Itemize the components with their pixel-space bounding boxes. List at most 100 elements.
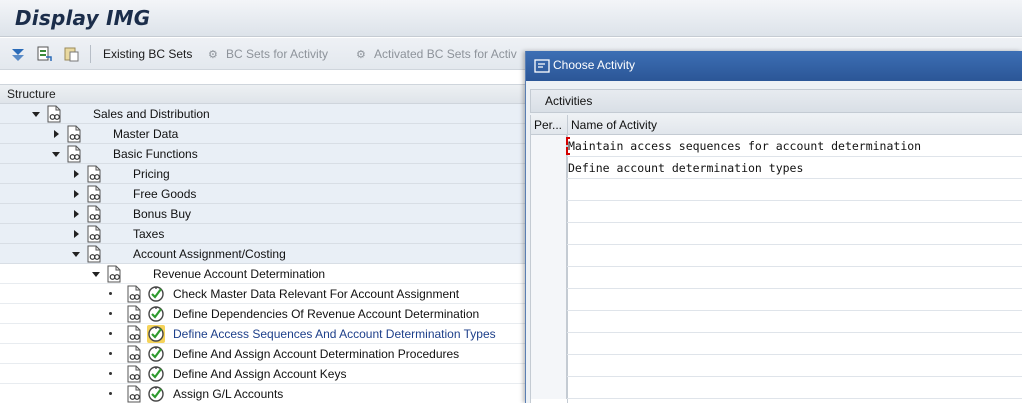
tree-node[interactable]: Bonus Buy	[0, 204, 526, 224]
documentation-icon[interactable]	[105, 265, 123, 283]
documentation-icon[interactable]	[45, 105, 63, 123]
documentation-icon[interactable]	[85, 225, 103, 243]
documentation-icon[interactable]	[125, 305, 143, 323]
row-selector-cell[interactable]	[531, 157, 567, 179]
table-row	[531, 311, 1022, 333]
tree-node[interactable]: Revenue Account Determination	[0, 264, 526, 284]
documentation-icon[interactable]	[125, 385, 143, 403]
column-header-name-of-activity[interactable]: Name of Activity	[568, 115, 1022, 135]
toolbar-separator	[90, 45, 91, 63]
execute-activity-icon[interactable]	[147, 305, 165, 323]
collapse-arrow-icon[interactable]	[52, 149, 62, 159]
activated-bc-sets-button[interactable]: ⚙ Activated BC Sets for Activ	[356, 47, 517, 61]
row-selector-cell[interactable]	[531, 201, 567, 223]
documentation-icon[interactable]	[85, 165, 103, 183]
execute-activity-icon[interactable]	[147, 285, 165, 303]
focus-marker	[566, 137, 570, 145]
bullet-icon	[109, 392, 112, 395]
documentation-icon[interactable]	[65, 125, 83, 143]
expand-arrow-icon[interactable]	[72, 189, 82, 199]
expand-arrow-icon[interactable]	[72, 169, 82, 179]
row-selector-cell[interactable]	[531, 311, 567, 333]
collapse-arrow-icon[interactable]	[92, 269, 102, 279]
row-selector-cell[interactable]	[531, 179, 567, 201]
dialog-title: Choose Activity	[553, 58, 636, 72]
tree-node[interactable]: Account Assignment/Costing	[0, 244, 526, 264]
documentation-icon[interactable]	[125, 365, 143, 383]
existing-bc-sets-button[interactable]: Existing BC Sets	[103, 47, 192, 61]
tree-node-label[interactable]: Taxes	[133, 227, 164, 241]
collapse-arrow-icon[interactable]	[72, 249, 82, 259]
tree-node[interactable]: Sales and Distribution	[0, 104, 526, 124]
tree-node-label[interactable]: Check Master Data Relevant For Account A…	[173, 287, 459, 301]
collapse-arrow-icon[interactable]	[32, 109, 42, 119]
table-row	[531, 245, 1022, 267]
execute-activity-icon[interactable]	[147, 385, 165, 403]
tree-node[interactable]: Define Dependencies Of Revenue Account D…	[0, 304, 526, 324]
documentation-icon[interactable]	[85, 205, 103, 223]
expand-arrow-icon[interactable]	[72, 229, 82, 239]
column-header-per[interactable]: Per...	[531, 115, 568, 135]
table-row	[531, 223, 1022, 245]
tree-node[interactable]: Define Access Sequences And Account Dete…	[0, 324, 526, 344]
execute-activity-icon[interactable]	[147, 325, 165, 343]
documentation-icon[interactable]	[125, 345, 143, 363]
tree-node-label[interactable]: Revenue Account Determination	[153, 267, 325, 281]
row-selector-cell[interactable]	[531, 355, 567, 377]
activity-name-cell[interactable]: Define account determination types	[568, 161, 803, 175]
bullet-icon	[109, 312, 112, 315]
tree-node-label[interactable]: Pricing	[133, 167, 170, 181]
tree-node[interactable]: Check Master Data Relevant For Account A…	[0, 284, 526, 304]
tree-node-label[interactable]: Define Access Sequences And Account Dete…	[173, 327, 496, 341]
tree-node[interactable]: Master Data	[0, 124, 526, 144]
tree-node-label[interactable]: Assign G/L Accounts	[173, 387, 283, 401]
tab-activities[interactable]: Activities	[530, 89, 1022, 113]
row-selector-cell[interactable]	[531, 135, 567, 157]
tree-node-label[interactable]: Master Data	[113, 127, 178, 141]
row-selector-cell[interactable]	[531, 223, 567, 245]
tree-node[interactable]: Pricing	[0, 164, 526, 184]
execute-activity-icon[interactable]	[147, 345, 165, 363]
tree-node-label[interactable]: Bonus Buy	[133, 207, 191, 221]
tree-node[interactable]: Basic Functions	[0, 144, 526, 164]
tree-node[interactable]: Free Goods	[0, 184, 526, 204]
execute-activity-icon[interactable]	[147, 365, 165, 383]
row-selector-cell[interactable]	[531, 289, 567, 311]
tree-node-label[interactable]: Basic Functions	[113, 147, 198, 161]
table-row	[531, 267, 1022, 289]
documentation-icon[interactable]	[65, 145, 83, 163]
tree-node[interactable]: Assign G/L Accounts	[0, 384, 526, 403]
tree-node-label[interactable]: Sales and Distribution	[93, 107, 210, 121]
tree-node-label[interactable]: Free Goods	[133, 187, 196, 201]
documentation-icon[interactable]	[125, 325, 143, 343]
where-used-icon[interactable]	[35, 45, 53, 63]
tree-node[interactable]: Define And Assign Account Keys	[0, 364, 526, 384]
tree-node[interactable]: Define And Assign Account Determination …	[0, 344, 526, 364]
row-selector-cell[interactable]	[531, 333, 567, 355]
row-selector-cell[interactable]	[531, 245, 567, 267]
activities-tab-label: Activities	[545, 94, 593, 108]
documentation-icon[interactable]	[85, 245, 103, 263]
bc-sets-for-activity-button[interactable]: ⚙ BC Sets for Activity	[208, 47, 328, 61]
tree-node[interactable]: Taxes	[0, 224, 526, 244]
table-row[interactable]: Maintain access sequences for account de…	[531, 135, 1022, 157]
bc-set-icon: ⚙	[208, 49, 218, 61]
expand-arrow-icon[interactable]	[72, 209, 82, 219]
tree-node-label[interactable]: Define Dependencies Of Revenue Account D…	[173, 307, 479, 321]
paste-icon[interactable]	[62, 45, 80, 63]
title-bar: Display IMG	[0, 0, 1022, 37]
tree-header: Structure	[0, 84, 526, 104]
activity-name-cell[interactable]: Maintain access sequences for account de…	[568, 139, 921, 153]
tree-node-label[interactable]: Account Assignment/Costing	[133, 247, 286, 261]
expand-arrow-icon[interactable]	[52, 129, 62, 139]
tree-node-label[interactable]: Define And Assign Account Keys	[173, 367, 346, 381]
table-row	[531, 201, 1022, 223]
table-row[interactable]: Define account determination types	[531, 157, 1022, 179]
row-selector-cell[interactable]	[531, 267, 567, 289]
documentation-icon[interactable]	[125, 285, 143, 303]
documentation-icon[interactable]	[85, 185, 103, 203]
tree-node-label[interactable]: Define And Assign Account Determination …	[173, 347, 459, 361]
expand-icon[interactable]	[9, 45, 27, 63]
row-selector-cell[interactable]	[531, 377, 567, 399]
bc-set-activated-icon: ⚙	[356, 49, 366, 61]
